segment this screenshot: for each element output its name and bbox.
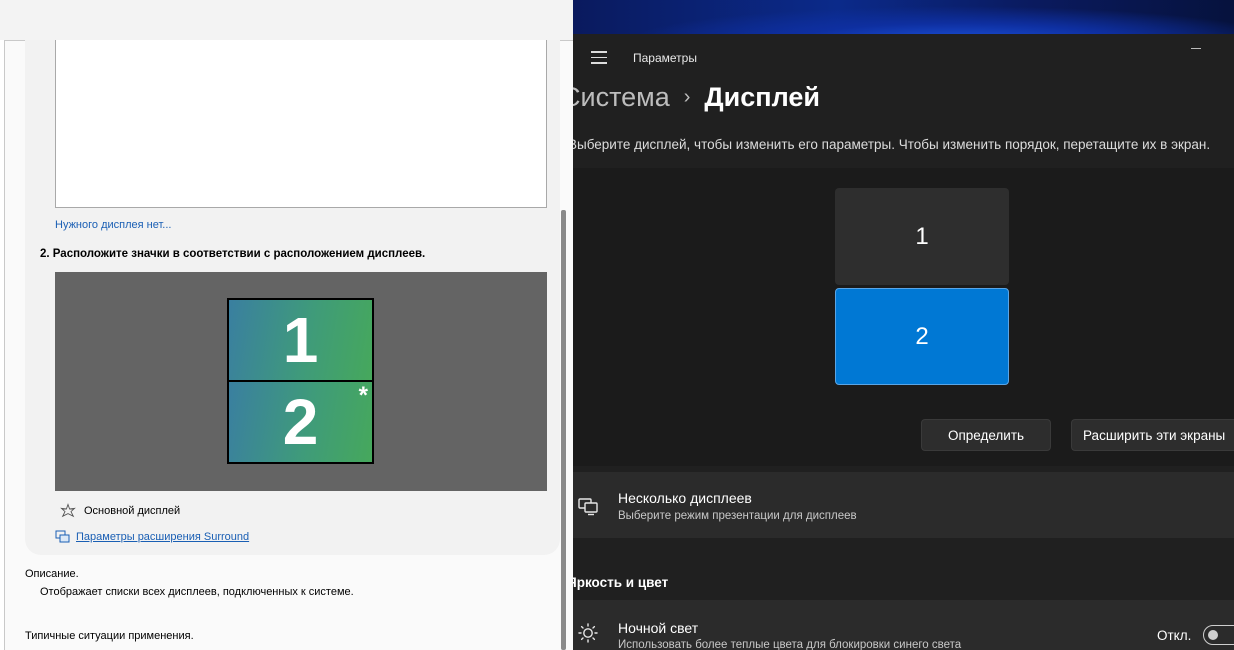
- extend-displays-button[interactable]: Расширить эти экраны: [1071, 419, 1234, 451]
- brightness-icon: [578, 623, 598, 643]
- minimize-button[interactable]: [1191, 48, 1201, 49]
- multiple-displays-subtitle: Выберите режим презентации для дисплеев: [618, 510, 857, 522]
- page-title: Дисплей: [704, 82, 820, 112]
- select-display-hint: Выберите дисплей, чтобы изменить его пар…: [573, 137, 1211, 152]
- hamburger-menu-icon[interactable]: [591, 51, 607, 64]
- monitor-1-number: 1: [282, 304, 319, 376]
- title-bar: Параметры: [573, 34, 1234, 84]
- description-heading: Описание.: [25, 568, 79, 580]
- multiple-displays-title: Несколько дисплеев: [618, 490, 752, 506]
- missing-display-link[interactable]: Нужного дисплея нет...: [55, 219, 171, 231]
- monitor-1-tile[interactable]: 1: [227, 298, 374, 382]
- night-light-row[interactable]: Ночной свет Использовать более теплые цв…: [573, 600, 1234, 650]
- chevron-right-icon: ›: [683, 86, 691, 108]
- display-1-tile[interactable]: 1: [835, 188, 1009, 285]
- surround-link-label: Параметры расширения Surround: [76, 531, 250, 543]
- brightness-color-heading: Яркость и цвет: [573, 575, 669, 590]
- typical-usage-heading: Типичные ситуации применения.: [25, 630, 194, 642]
- panel-top-strip: [0, 0, 573, 40]
- step2-title: 2. Расположите значки в соответствии с р…: [40, 248, 426, 260]
- primary-marker: *: [358, 382, 368, 409]
- display-arrangement-area: 1 2 *: [55, 272, 547, 491]
- monitor-2-tile[interactable]: 2 *: [227, 380, 374, 464]
- app-title: Параметры: [633, 51, 697, 65]
- toggle-knob: [1208, 630, 1218, 640]
- identify-button[interactable]: Определить: [921, 419, 1051, 451]
- multiple-displays-row[interactable]: Несколько дисплеев Выберите режим презен…: [573, 472, 1234, 538]
- desktop-wallpaper: [573, 0, 1234, 34]
- primary-display-legend: Основной дисплей: [60, 503, 180, 519]
- display-1-number: 1: [915, 222, 929, 250]
- monitor-2-number: 2: [282, 386, 319, 458]
- surround-settings-link[interactable]: Параметры расширения Surround: [55, 530, 249, 544]
- settings-window: Параметры Система › Дисплей Выберите дис…: [573, 0, 1234, 650]
- display-2-tile[interactable]: 2: [835, 288, 1009, 385]
- display-2-number: 2: [915, 322, 929, 350]
- surround-icon: [55, 530, 70, 543]
- primary-display-label: Основной дисплей: [84, 505, 181, 517]
- breadcrumb: Система › Дисплей: [573, 82, 820, 113]
- night-light-subtitle: Использовать более теплые цвета для блок…: [618, 639, 962, 650]
- asterisk-icon: [60, 503, 76, 518]
- display-listbox[interactable]: [55, 40, 547, 208]
- night-light-toggle[interactable]: [1203, 625, 1234, 645]
- multiple-displays-icon: [578, 498, 598, 516]
- night-light-title: Ночной свет: [618, 620, 699, 636]
- vertical-scrollbar[interactable]: [561, 210, 566, 650]
- nvidia-control-panel: Нужного дисплея нет... 2. Расположите зн…: [0, 0, 573, 650]
- description-text: Отображает списки всех дисплеев, подключ…: [40, 586, 354, 598]
- night-light-state-label: Откл.: [1157, 628, 1192, 643]
- breadcrumb-system[interactable]: Система: [573, 82, 670, 113]
